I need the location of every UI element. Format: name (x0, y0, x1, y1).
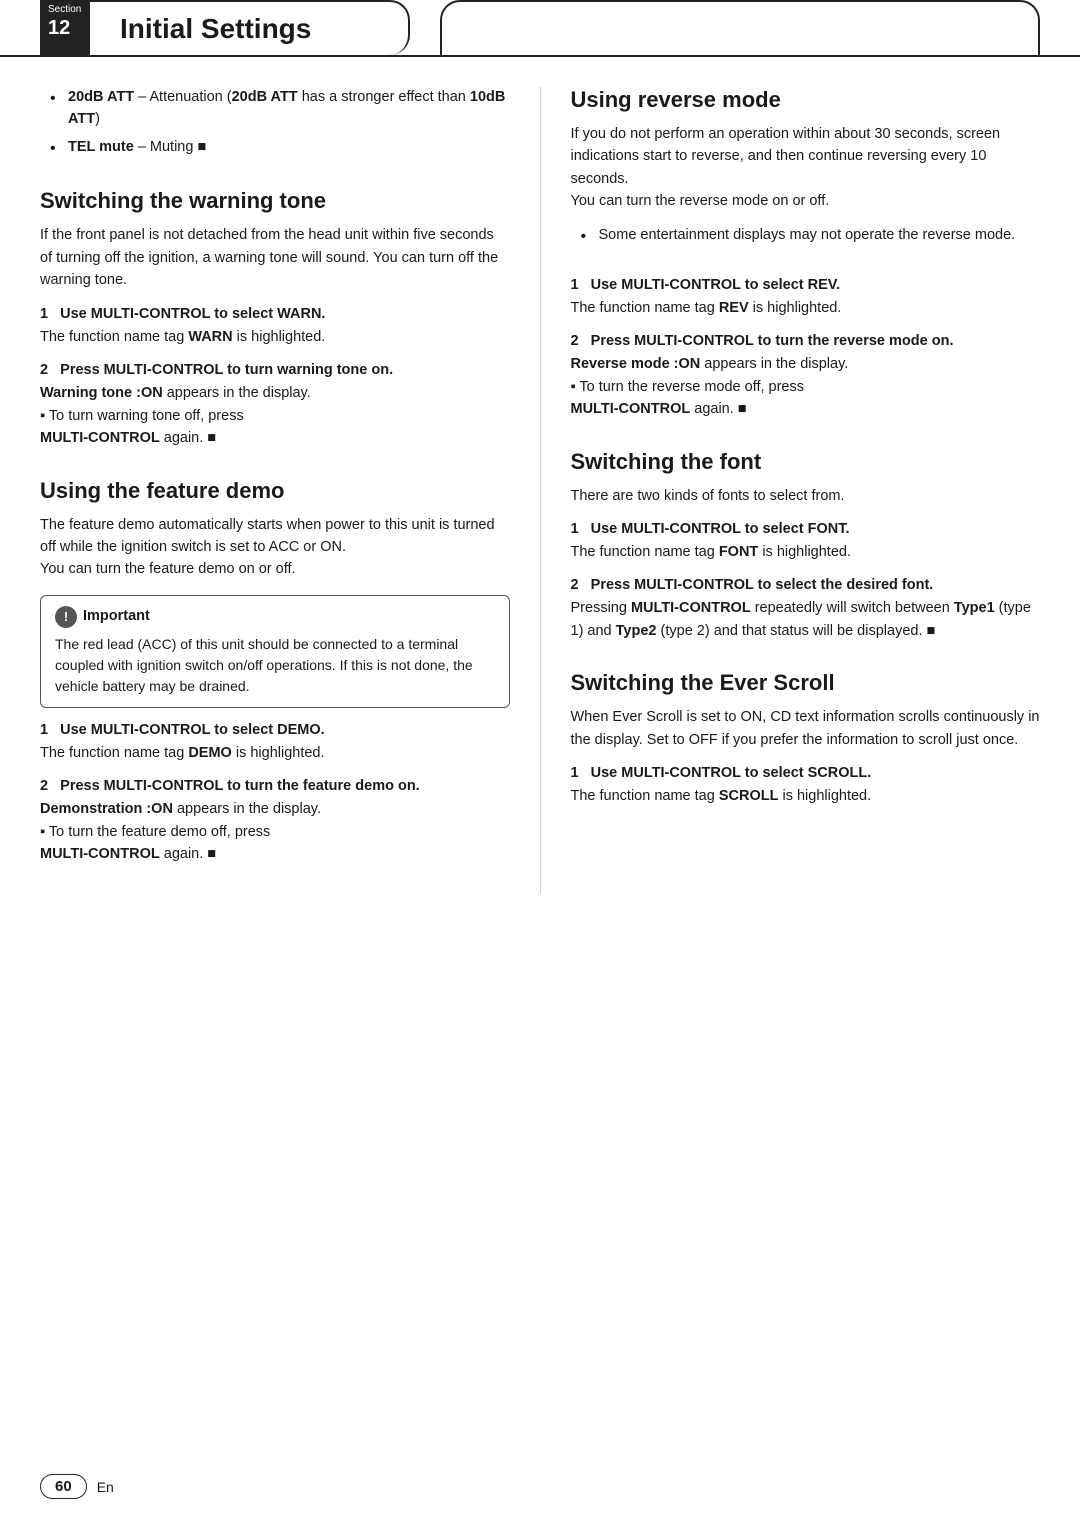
step-rev-2-body: Reverse mode :ON appears in the display.… (571, 353, 1041, 420)
page-number: 60 (40, 1474, 87, 1499)
heading-using-feature-demo: Using the feature demo (40, 478, 510, 504)
intro-bullets-block: 20dB ATT – Attenuation (20dB ATT has a s… (40, 87, 510, 158)
body-feature-demo: The feature demo automatically starts wh… (40, 514, 510, 581)
section-number: 12 (48, 17, 82, 40)
page-footer: 60 En (40, 1474, 114, 1499)
step-font-2-body: Pressing MULTI-CONTROL repeatedly will s… (571, 597, 1041, 642)
footer-language: En (97, 1479, 114, 1495)
important-text: The red lead (ACC) of this unit should b… (55, 634, 495, 697)
page-header: Section 12 Initial Settings (0, 0, 1080, 57)
section-badge: Section 12 (40, 0, 90, 55)
step-rev-1-body: The function name tag REV is highlighted… (571, 297, 1041, 319)
body-reverse-mode: If you do not perform an operation withi… (571, 123, 1041, 213)
header-title-box: Initial Settings (90, 0, 410, 55)
step-font-1-body: The function name tag FONT is highlighte… (571, 541, 1041, 563)
section-using-feature-demo: Using the feature demo The feature demo … (40, 478, 510, 866)
important-icon: ! (55, 606, 77, 628)
section-using-reverse-mode: Using reverse mode If you do not perform… (571, 87, 1041, 421)
intro-bullet-list: 20dB ATT – Attenuation (20dB ATT has a s… (40, 87, 510, 158)
step-font-1-heading: 1 Use MULTI-CONTROL to select FONT. (571, 521, 1041, 537)
heading-switching-warning-tone: Switching the warning tone (40, 188, 510, 214)
step-warn-1-heading: 1 Use MULTI-CONTROL to select WARN. (40, 306, 510, 322)
step-demo-1-heading: 1 Use MULTI-CONTROL to select DEMO. (40, 722, 510, 738)
page-title: Initial Settings (120, 13, 311, 45)
step-warn-2-heading: 2 Press MULTI-CONTROL to turn warning to… (40, 362, 510, 378)
reverse-mode-bullets: Some entertainment displays may not oper… (571, 225, 1041, 247)
body-ever-scroll: When Ever Scroll is set to ON, CD text i… (571, 706, 1041, 751)
section-label: Section (48, 4, 82, 15)
section-switching-ever-scroll: Switching the Ever Scroll When Ever Scro… (571, 670, 1041, 807)
important-header: ! Important (55, 606, 495, 628)
step-warn-2-body: Warning tone :ON appears in the display.… (40, 382, 510, 449)
important-label: Important (83, 606, 150, 628)
section-switching-warning-tone: Switching the warning tone If the front … (40, 188, 510, 449)
bullet-item-20db: 20dB ATT – Attenuation (20dB ATT has a s… (50, 87, 510, 131)
step-font-2-heading: 2 Press MULTI-CONTROL to select the desi… (571, 577, 1041, 593)
body-switching-font: There are two kinds of fonts to select f… (571, 485, 1041, 507)
heading-switching-ever-scroll: Switching the Ever Scroll (571, 670, 1041, 696)
bullet-item-tel-mute: TEL mute – Muting ■ (50, 137, 510, 159)
step-scroll-1-heading: 1 Use MULTI-CONTROL to select SCROLL. (571, 765, 1041, 781)
body-switching-warning-tone: If the front panel is not detached from … (40, 224, 510, 291)
step-scroll-1-body: The function name tag SCROLL is highligh… (571, 785, 1041, 807)
main-content: 20dB ATT – Attenuation (20dB ATT has a s… (0, 87, 1080, 894)
step-warn-1-body: The function name tag WARN is highlighte… (40, 326, 510, 348)
step-demo-2-body: Demonstration :ON appears in the display… (40, 798, 510, 865)
step-rev-1-heading: 1 Use MULTI-CONTROL to select REV. (571, 277, 1041, 293)
important-box: ! Important The red lead (ACC) of this u… (40, 595, 510, 708)
step-rev-2-heading: 2 Press MULTI-CONTROL to turn the revers… (571, 333, 1041, 349)
heading-switching-font: Switching the font (571, 449, 1041, 475)
step-demo-1-body: The function name tag DEMO is highlighte… (40, 742, 510, 764)
section-switching-font: Switching the font There are two kinds o… (571, 449, 1041, 643)
header-right-box (440, 0, 1040, 55)
left-column: 20dB ATT – Attenuation (20dB ATT has a s… (40, 87, 541, 894)
right-column: Using reverse mode If you do not perform… (541, 87, 1041, 894)
reverse-mode-bullet-1: Some entertainment displays may not oper… (581, 225, 1041, 247)
heading-using-reverse-mode: Using reverse mode (571, 87, 1041, 113)
step-demo-2-heading: 2 Press MULTI-CONTROL to turn the featur… (40, 778, 510, 794)
